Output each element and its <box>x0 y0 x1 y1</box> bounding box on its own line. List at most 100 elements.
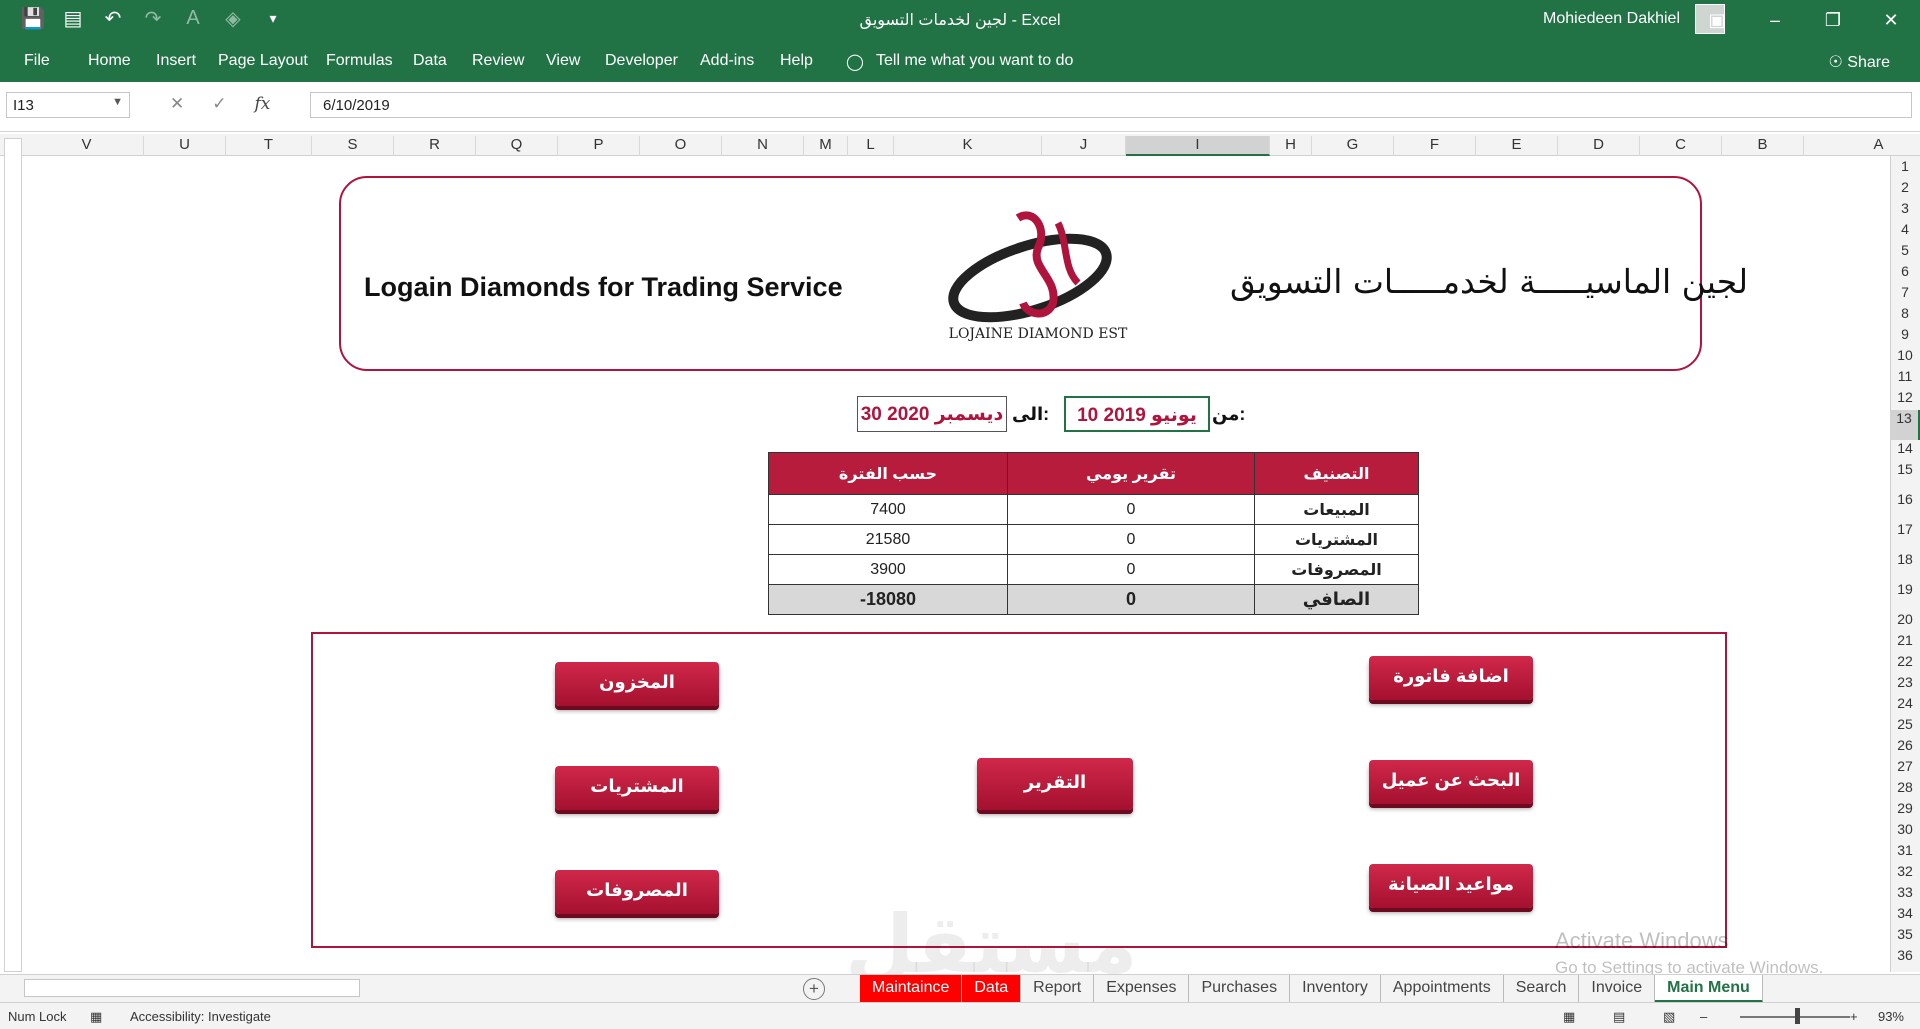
row-header-8[interactable]: 8 <box>1890 305 1920 326</box>
add-sheet-icon[interactable]: + <box>803 978 825 1000</box>
page-break-view-icon[interactable]: ▧ <box>1663 1009 1675 1025</box>
row-header-15[interactable]: 15 <box>1890 461 1920 491</box>
column-header-r[interactable]: R <box>394 136 476 156</box>
row-header-25[interactable]: 25 <box>1890 716 1920 737</box>
row-header-35[interactable]: 35 <box>1890 926 1920 947</box>
tab-search[interactable]: Search <box>1504 975 1580 1003</box>
macro-icon[interactable]: ▦ <box>90 1009 102 1025</box>
column-header-v[interactable]: V <box>30 136 144 156</box>
column-header-l[interactable]: L <box>848 136 894 156</box>
tab-page-layout[interactable]: Page Layout <box>218 52 308 70</box>
tab-inventory[interactable]: Inventory <box>1290 975 1381 1003</box>
row-header-9[interactable]: 9 <box>1890 326 1920 347</box>
row-header-17[interactable]: 17 <box>1890 521 1920 551</box>
tab-home[interactable]: Home <box>88 52 131 70</box>
column-header-f[interactable]: F <box>1394 136 1476 156</box>
tab-expenses[interactable]: Expenses <box>1094 975 1190 1003</box>
row-header-5[interactable]: 5 <box>1890 242 1920 263</box>
tab-insert[interactable]: Insert <box>156 52 196 70</box>
row-header-3[interactable]: 3 <box>1890 200 1920 221</box>
add-invoice-button[interactable]: اضافة فاتورة <box>1369 656 1533 700</box>
row-header-23[interactable]: 23 <box>1890 674 1920 695</box>
column-header-m[interactable]: M <box>804 136 848 156</box>
column-header-t[interactable]: T <box>226 136 312 156</box>
tab-file[interactable]: File <box>24 52 50 70</box>
row-header-20[interactable]: 20 <box>1890 611 1920 632</box>
row-header-29[interactable]: 29 <box>1890 800 1920 821</box>
row-header-18[interactable]: 18 <box>1890 551 1920 581</box>
cancel-icon[interactable]: ✕ <box>170 94 184 114</box>
row-header-21[interactable]: 21 <box>1890 632 1920 653</box>
row-header-31[interactable]: 31 <box>1890 842 1920 863</box>
row-header-32[interactable]: 32 <box>1890 863 1920 884</box>
row-header-28[interactable]: 28 <box>1890 779 1920 800</box>
chevron-down-icon[interactable]: ▼ <box>112 96 123 108</box>
column-header-e[interactable]: E <box>1476 136 1558 156</box>
from-date-field[interactable]: 10 يونيو 2019 <box>1064 396 1210 432</box>
column-header-b[interactable]: B <box>1722 136 1804 156</box>
zoom-level[interactable]: 93% <box>1878 1009 1904 1024</box>
search-customer-button[interactable]: البحث عن عميل <box>1369 760 1533 804</box>
tab-main-menu[interactable]: Main Menu <box>1655 975 1763 1003</box>
restore-icon[interactable]: ❐ <box>1804 0 1862 40</box>
row-header-34[interactable]: 34 <box>1890 905 1920 926</box>
ribbon-display-icon[interactable]: ▣ <box>1688 0 1746 40</box>
tab-help[interactable]: Help <box>780 52 813 70</box>
row-header-14[interactable]: 14 <box>1890 440 1920 461</box>
column-header-s[interactable]: S <box>312 136 394 156</box>
row-header-22[interactable]: 22 <box>1890 653 1920 674</box>
minimize-icon[interactable]: – <box>1746 0 1804 40</box>
total-label[interactable]: الصافي <box>1254 584 1419 615</box>
to-date-field[interactable]: 30 ديسمبر 2020 <box>857 396 1007 432</box>
row-header-33[interactable]: 33 <box>1890 884 1920 905</box>
tab-invoice[interactable]: Invoice <box>1579 975 1656 1003</box>
period-value[interactable]: 3900 <box>768 554 1008 585</box>
column-header-k[interactable]: K <box>894 136 1042 156</box>
formula-input[interactable]: 6/10/2019 <box>310 92 1912 118</box>
row-header-26[interactable]: 26 <box>1890 737 1920 758</box>
period-value[interactable]: 21580 <box>768 524 1008 555</box>
row-header-10[interactable]: 10 <box>1890 347 1920 368</box>
share-button[interactable]: ☉ Share <box>1829 52 1891 72</box>
column-header-u[interactable]: U <box>144 136 226 156</box>
column-header-n[interactable]: N <box>722 136 804 156</box>
row-header-16[interactable]: 16 <box>1890 491 1920 521</box>
period-value[interactable]: 7400 <box>768 494 1008 525</box>
row-header-13[interactable]: 13 <box>1890 410 1920 440</box>
category-label[interactable]: المصروفات <box>1254 554 1419 585</box>
horizontal-scrollbar[interactable] <box>24 979 360 997</box>
daily-value[interactable]: 0 <box>1007 494 1255 525</box>
tab-appointments[interactable]: Appointments <box>1381 975 1504 1003</box>
tab-formulas[interactable]: Formulas <box>326 52 393 70</box>
column-header-j[interactable]: J <box>1042 136 1126 156</box>
tab-purchases[interactable]: Purchases <box>1189 975 1291 1003</box>
accessibility-status[interactable]: Accessibility: Investigate <box>130 1009 271 1024</box>
purchases-button[interactable]: المشتريات <box>555 766 719 810</box>
row-header-2[interactable]: 2 <box>1890 179 1920 200</box>
daily-value[interactable]: 0 <box>1007 524 1255 555</box>
row-header-27[interactable]: 27 <box>1890 758 1920 779</box>
name-box[interactable]: I13 ▼ <box>6 92 130 118</box>
expenses-button[interactable]: المصروفات <box>555 870 719 914</box>
column-header-c[interactable]: C <box>1640 136 1722 156</box>
row-header-1[interactable]: 1 <box>1890 158 1920 179</box>
daily-value[interactable]: 0 <box>1007 554 1255 585</box>
category-label[interactable]: المشتريات <box>1254 524 1419 555</box>
column-header-h[interactable]: H <box>1270 136 1312 156</box>
row-header-11[interactable]: 11 <box>1890 368 1920 389</box>
column-header-d[interactable]: D <box>1558 136 1640 156</box>
daily-total[interactable]: 0 <box>1007 584 1255 615</box>
insert-function-icon[interactable]: fx <box>255 94 271 114</box>
zoom-out-icon[interactable]: – <box>1700 1009 1707 1024</box>
row-header-4[interactable]: 4 <box>1890 221 1920 242</box>
tell-me-search[interactable]: Tell me what you want to do <box>876 52 1073 70</box>
enter-icon[interactable]: ✓ <box>212 94 226 114</box>
period-total[interactable]: -18080 <box>768 584 1008 615</box>
category-label[interactable]: المبيعات <box>1254 494 1419 525</box>
vertical-scrollbar[interactable] <box>4 138 22 972</box>
tab-add-ins[interactable]: Add-ins <box>700 52 754 70</box>
column-header-i[interactable]: I <box>1126 136 1270 156</box>
reports-button[interactable]: التقرير <box>977 758 1133 810</box>
tab-maintaince[interactable]: Maintaince <box>860 975 963 1003</box>
tab-data[interactable]: Data <box>413 52 447 70</box>
